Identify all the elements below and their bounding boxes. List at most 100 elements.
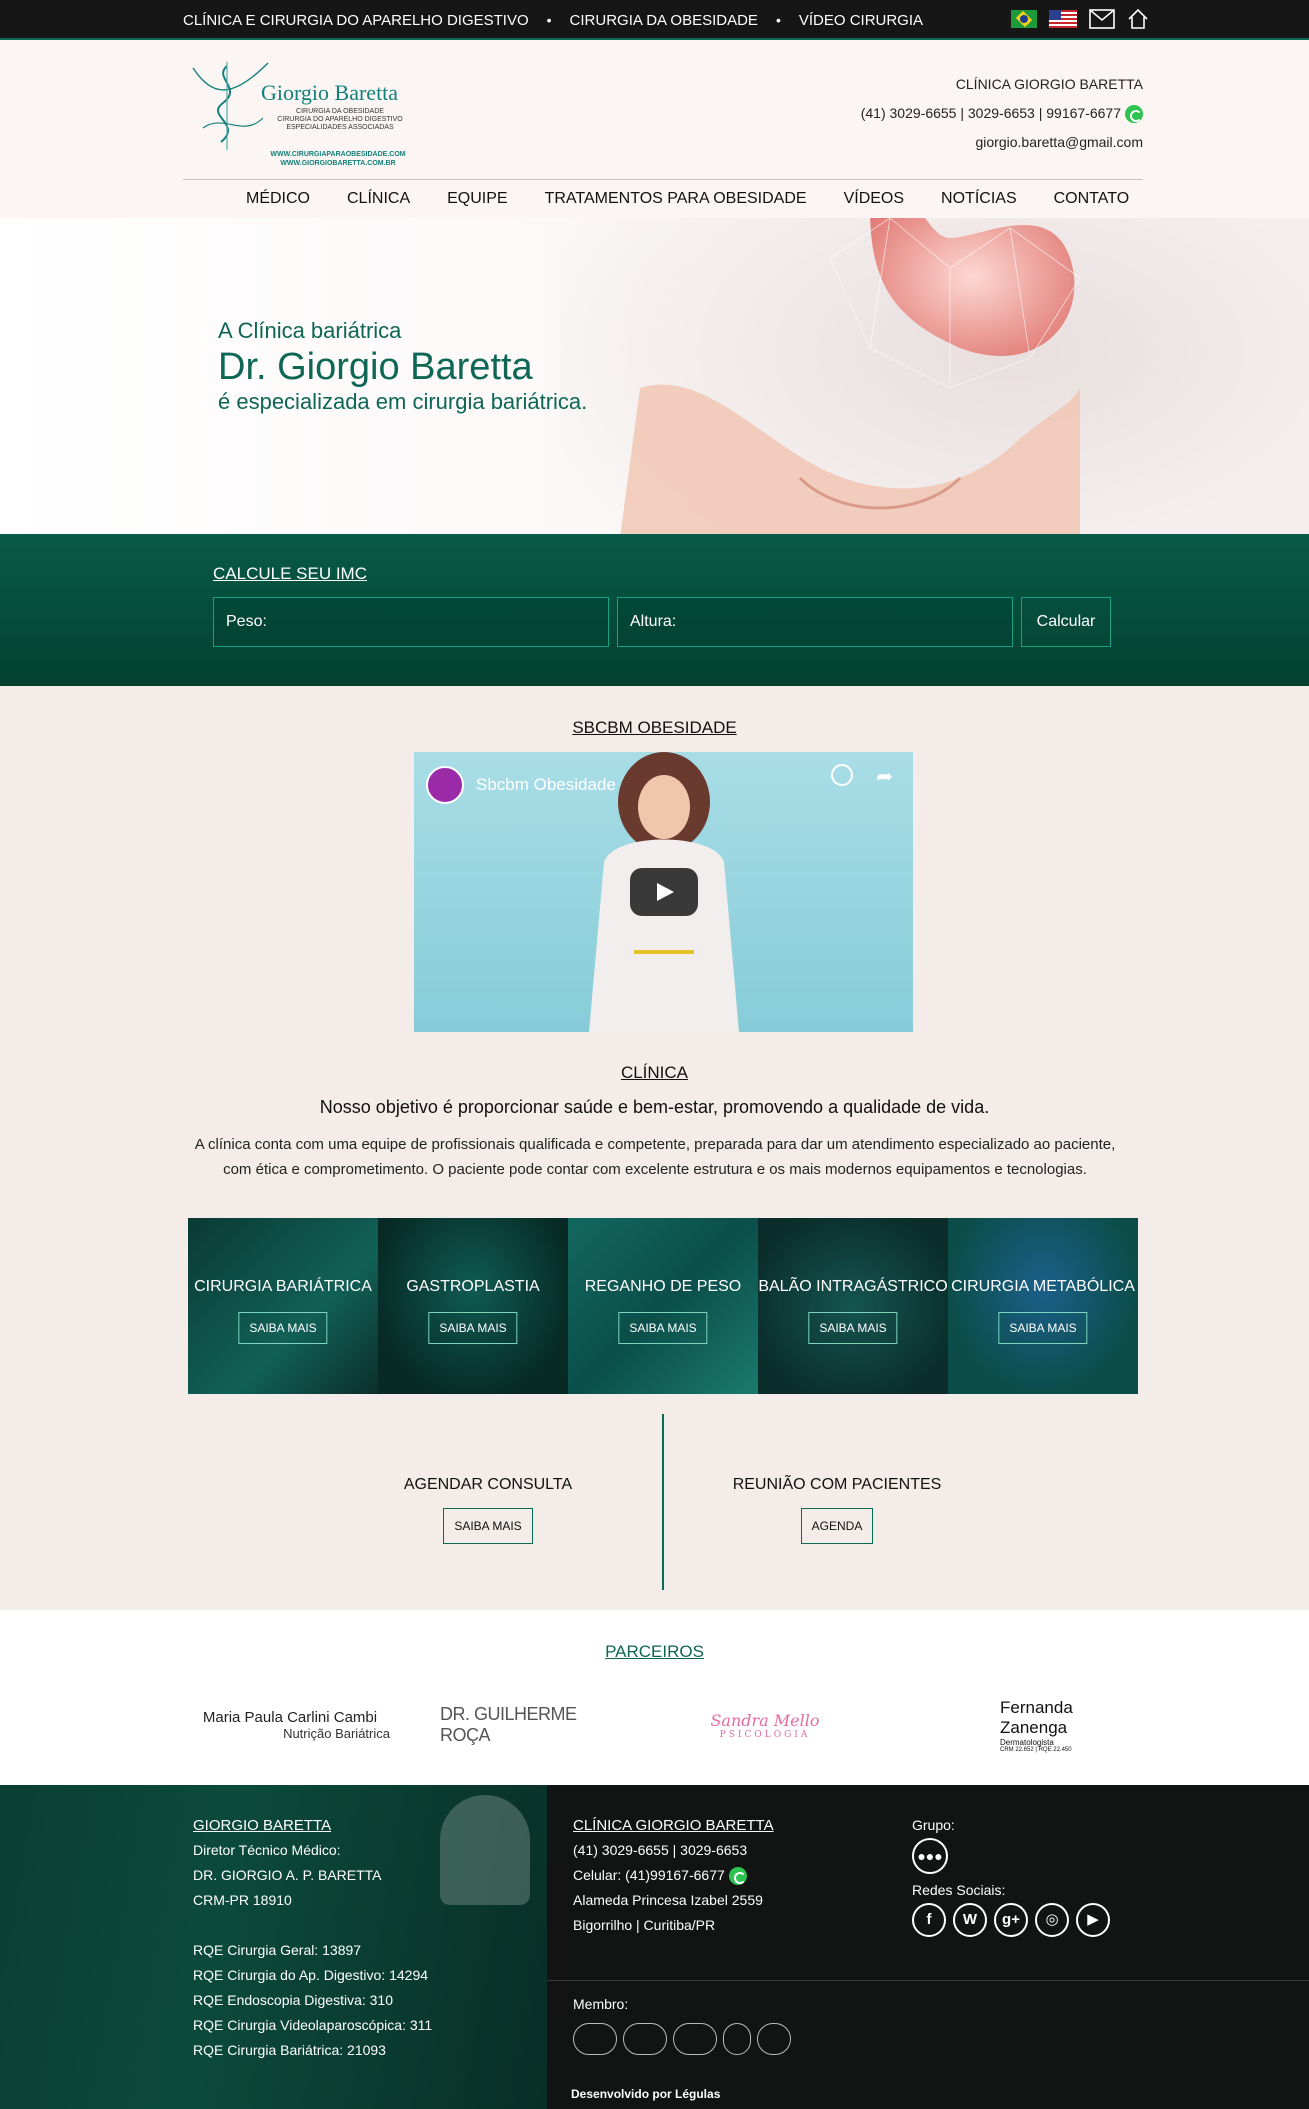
main-nav: MÉDICO CLÍNICA EQUIPE TRATAMENTOS PARA O… xyxy=(246,190,1166,208)
instagram-icon[interactable]: ◎ xyxy=(1035,1903,1069,1937)
clinic-description: A clínica conta com uma equipe de profis… xyxy=(194,1136,1116,1178)
partner-name: Fernanda xyxy=(1000,1697,1073,1717)
weight-input[interactable]: Peso: xyxy=(213,597,609,647)
hero-line1: A Clínica bariátrica xyxy=(218,318,402,343)
tile-bariatric[interactable]: CIRURGIA BARIÁTRICA SAIBA MAIS xyxy=(188,1218,378,1394)
partner-sandra-mello[interactable]: Sandra Mello PSICOLOGIA xyxy=(660,1680,870,1770)
header-email[interactable]: giorgio.baretta@gmail.com xyxy=(861,128,1143,157)
member-logo[interactable] xyxy=(723,2023,751,2055)
video-section-title[interactable]: SBCBM OBESIDADE xyxy=(0,718,1309,738)
top-link-obesity[interactable]: CIRURGIA DA OBESIDADE xyxy=(570,12,758,29)
cta-appointment-title: AGENDAR CONSULTA xyxy=(403,1476,573,1493)
logo-sub-line: CIRURGIA DA OBESIDADE xyxy=(296,108,384,115)
nav-equipe[interactable]: EQUIPE xyxy=(447,190,507,208)
top-link-digestive[interactable]: CLÍNICA E CIRURGIA DO APARELHO DIGESTIVO xyxy=(183,12,529,29)
partner-guilherme-roca[interactable]: DR. GUILHERME ROÇA xyxy=(440,1680,610,1770)
video-header: Sbcbm Obesidade xyxy=(426,766,616,804)
usa-flag-icon[interactable] xyxy=(1049,10,1077,28)
social-icons: f Wg+ ◎ ▶ xyxy=(912,1903,1117,1937)
footer-cellphone: Celular: (41)99167-6677 xyxy=(573,1867,725,1883)
channel-avatar[interactable] xyxy=(426,766,464,804)
partner-name: Maria Paula Carlini Cambi xyxy=(202,1709,378,1726)
appointment-button[interactable]: SAIBA MAIS xyxy=(443,1508,533,1544)
phone-numbers[interactable]: (41) 3029-6655 | 3029-6653 | 99167-6677 xyxy=(861,105,1121,121)
partner-name: DR. GUILHERME ROÇA xyxy=(440,1704,577,1745)
wordpress-icon[interactable]: W xyxy=(953,1903,987,1937)
tile-weight-regain[interactable]: REGANHO DE PESO SAIBA MAIS xyxy=(568,1218,758,1394)
nav-medico[interactable]: MÉDICO xyxy=(246,190,310,208)
partner-fernanda-zanenga[interactable]: Fernanda Zanenga Dermatologista CRM 22.6… xyxy=(950,1680,1110,1770)
mail-icon[interactable] xyxy=(1089,9,1115,29)
whatsapp-icon[interactable] xyxy=(728,1867,747,1886)
clinic-subtitle: Nosso objetivo é proporcionar saúde e be… xyxy=(319,1097,990,1117)
logo[interactable]: Giorgio Baretta CIRURGIA DA OBESIDADE CI… xyxy=(183,58,423,167)
hands-illustration xyxy=(620,384,1080,534)
saiba-mais-button[interactable]: SAIBA MAIS xyxy=(238,1312,328,1344)
tile-title: REGANHO DE PESO xyxy=(584,1278,742,1295)
youtube-icon[interactable]: ▶ xyxy=(1076,1903,1110,1937)
play-button[interactable] xyxy=(630,868,698,916)
partner-maria-paula[interactable]: Maria Paula Carlini Cambi Nutrição Bariá… xyxy=(190,1680,390,1770)
logo-urls: WWW.CIRURGIAPARAOBESIDADE.COM WWW.GIORGI… xyxy=(263,150,413,168)
member-logo[interactable] xyxy=(673,2023,717,2055)
share-icon[interactable]: ➦ xyxy=(876,764,893,789)
footer-divider xyxy=(547,1980,1309,1981)
tile-gastroplasty[interactable]: GASTROPLASTIA SAIBA MAIS xyxy=(378,1218,568,1394)
height-input[interactable]: Altura: xyxy=(617,597,1013,647)
calculate-button[interactable]: Calcular xyxy=(1021,597,1111,647)
cta-meeting: REUNIÃO COM PACIENTES AGENDA xyxy=(722,1476,952,1544)
member-logo[interactable] xyxy=(623,2023,667,2055)
agenda-button[interactable]: AGENDA xyxy=(800,1508,874,1544)
footer-text: (41) 3029-6655 | 3029-6653 xyxy=(573,1842,748,1858)
clinic-section-title[interactable]: CLÍNICA xyxy=(0,1063,1309,1083)
footer-text: Alameda Princesa Izabel 2559 xyxy=(573,1892,763,1908)
watch-later-icon[interactable] xyxy=(831,764,853,786)
developer-credit[interactable]: Desenvolvido por Légulas xyxy=(571,2087,720,2101)
logo-sub-line: CIRURGIA DO APARELHO DIGESTIVO xyxy=(277,116,403,123)
footer-text: CRM-PR 18910 xyxy=(193,1892,292,1908)
footer: GIORGIO BARETTA Diretor Técnico Médico: … xyxy=(0,1785,1309,2109)
tile-title: CIRURGIA METABÓLICA xyxy=(951,1278,1135,1295)
footer-text: RQE Cirurgia Videolaparoscópica: 311 xyxy=(193,2017,433,2033)
video-title[interactable]: Sbcbm Obesidade xyxy=(476,775,616,795)
top-link-video[interactable]: VÍDEO CIRURGIA xyxy=(799,12,923,29)
home-icon[interactable] xyxy=(1127,8,1149,30)
logo-url: WWW.GIORGIOBARETTA.COM.BR xyxy=(280,160,396,167)
logo-subtitle: CIRURGIA DA OBESIDADE CIRURGIA DO APAREL… xyxy=(275,108,405,132)
footer-text: RQE Cirurgia do Ap. Digestivo: 14294 xyxy=(193,1967,429,1983)
saiba-mais-button[interactable]: SAIBA MAIS xyxy=(808,1312,898,1344)
separator: • xyxy=(775,12,781,28)
saiba-mais-button[interactable]: SAIBA MAIS xyxy=(428,1312,518,1344)
nav-contato[interactable]: CONTATO xyxy=(1054,190,1130,208)
whatsapp-icon[interactable] xyxy=(1125,105,1143,124)
footer-clinic: CLÍNICA GIORGIO BARETTA (41) 3029-6655 |… xyxy=(573,1813,774,1938)
footer-clinic-title[interactable]: CLÍNICA GIORGIO BARETTA xyxy=(573,1813,774,1838)
partners-section: PARCEIROS Maria Paula Carlini Cambi Nutr… xyxy=(0,1610,1309,1785)
nav-clinica[interactable]: CLÍNICA xyxy=(347,190,410,208)
saiba-mais-button[interactable]: SAIBA MAIS xyxy=(618,1312,708,1344)
footer-doctor-title[interactable]: GIORGIO BARETTA xyxy=(193,1813,432,1838)
separator: • xyxy=(546,12,552,28)
nav-videos[interactable]: VÍDEOS xyxy=(844,190,904,208)
nav-noticias[interactable]: NOTÍCIAS xyxy=(941,190,1017,208)
group-icon[interactable]: ●●● xyxy=(912,1838,948,1874)
facebook-icon[interactable]: f xyxy=(912,1903,946,1937)
footer-social: Grupo: ●●● Redes Sociais: f Wg+ ◎ ▶ xyxy=(912,1813,1117,1937)
footer-text: DR. GIORGIO A. P. BARETTA xyxy=(193,1867,382,1883)
saiba-mais-button[interactable]: SAIBA MAIS xyxy=(998,1312,1088,1344)
group-label: Grupo: xyxy=(912,1817,955,1833)
header-contact: CLÍNICA GIORGIO BARETTA (41) 3029-6655 |… xyxy=(861,70,1143,157)
google-plus-icon[interactable]: g+ xyxy=(994,1903,1028,1937)
member-logo[interactable] xyxy=(573,2023,617,2055)
member-logo[interactable] xyxy=(757,2023,791,2055)
footer-text: RQE Cirurgia Geral: 13897 xyxy=(193,1942,362,1958)
member-label: Membro: xyxy=(573,1996,629,2012)
partner-name: Zanenga xyxy=(1000,1717,1068,1737)
brazil-flag-icon[interactable] xyxy=(1011,10,1037,28)
tile-gastric-balloon[interactable]: BALÃO INTRAGÁSTRICO SAIBA MAIS xyxy=(758,1218,948,1394)
video-player[interactable]: Sbcbm Obesidade ➦ xyxy=(414,752,913,1032)
nav-tratamentos[interactable]: TRATAMENTOS PARA OBESIDADE xyxy=(545,190,807,208)
partners-title[interactable]: PARCEIROS xyxy=(0,1642,1309,1662)
tile-metabolic[interactable]: CIRURGIA METABÓLICA SAIBA MAIS xyxy=(948,1218,1138,1394)
